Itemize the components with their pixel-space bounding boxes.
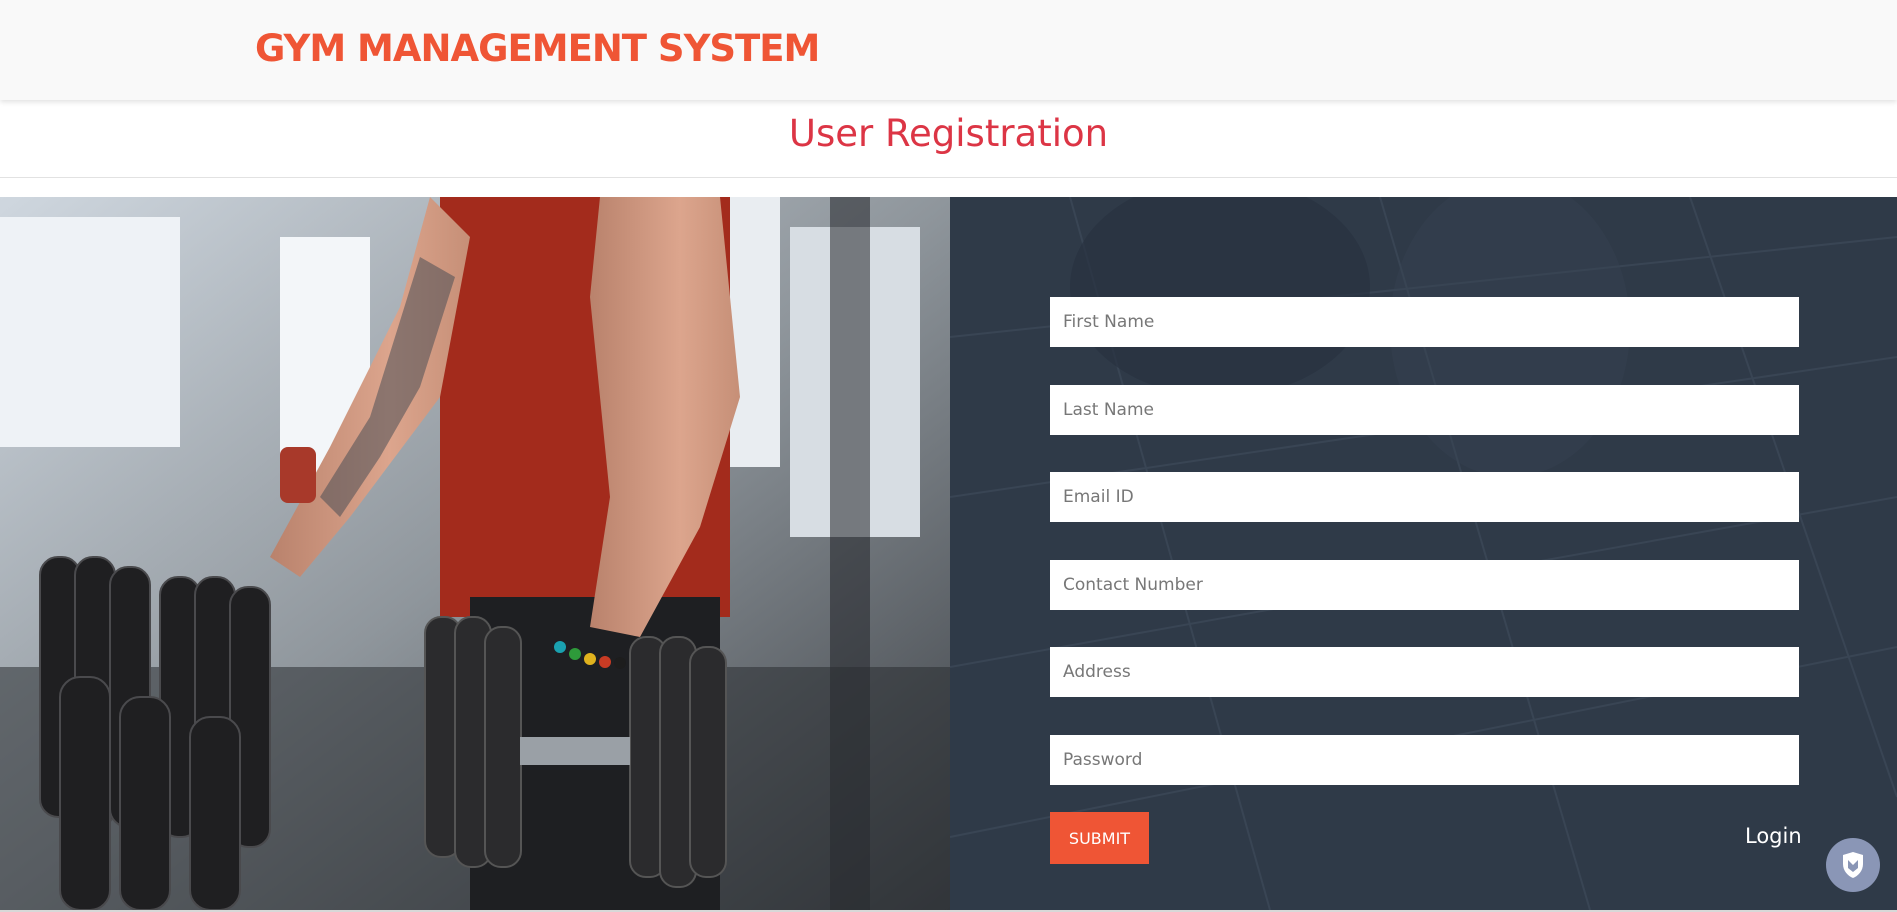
top-header: GYM MANAGEMENT SYSTEM xyxy=(0,0,1897,100)
submit-button[interactable]: SUBMIT xyxy=(1050,812,1149,864)
contact-number-field[interactable] xyxy=(1050,560,1799,610)
email-field[interactable] xyxy=(1050,472,1799,522)
gym-dumbbell-photo xyxy=(0,197,950,910)
first-name-field[interactable] xyxy=(1050,297,1799,347)
login-link[interactable]: Login xyxy=(1745,824,1802,848)
brand-title: GYM MANAGEMENT SYSTEM xyxy=(255,27,820,70)
address-field[interactable] xyxy=(1050,647,1799,697)
last-name-field[interactable] xyxy=(1050,385,1799,435)
password-field[interactable] xyxy=(1050,735,1799,785)
shield-icon xyxy=(1843,852,1863,878)
security-widget-button[interactable] xyxy=(1826,838,1880,892)
page-title: User Registration xyxy=(788,112,1109,155)
